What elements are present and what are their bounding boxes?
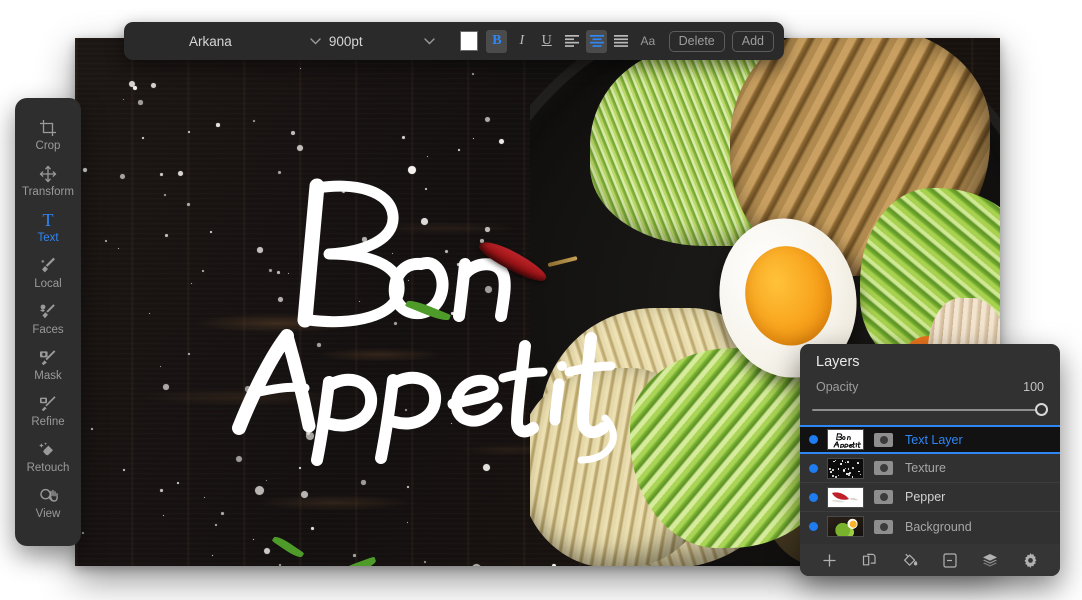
fill-bucket-icon[interactable] [902, 552, 918, 568]
add-layer-icon[interactable] [822, 553, 837, 568]
sidebar-item-label: Refine [31, 416, 65, 428]
duplicate-layer-icon[interactable] [862, 553, 877, 568]
list-item: Text Layer [905, 432, 963, 447]
opacity-value: 100 [1023, 380, 1044, 394]
layer-mask-icon[interactable] [943, 552, 957, 568]
faces-icon [39, 302, 57, 321]
sidebar-item-transform[interactable]: Transform [15, 158, 81, 204]
table-row[interactable]: Text Layer [800, 425, 1060, 454]
font-family-value: Arkana [189, 33, 232, 49]
sidebar-item-text[interactable]: T Text [15, 204, 81, 250]
sidebar-item-label: Transform [22, 186, 74, 198]
opacity-label: Opacity [816, 380, 859, 394]
text-icon: T [39, 210, 57, 229]
layer-mask-icon[interactable] [874, 519, 893, 534]
sidebar-item-label: Local [34, 278, 62, 290]
transform-icon [39, 164, 57, 183]
table-row[interactable]: Pepper [800, 483, 1060, 512]
sidebar-item-label: Retouch [26, 462, 70, 474]
tools-sidebar: Crop Transform T Text Local Faces Mask R… [15, 98, 81, 546]
sidebar-item-label: Faces [32, 324, 64, 336]
slider-track [812, 409, 1048, 411]
layers-toolbar [800, 544, 1060, 576]
sidebar-item-crop[interactable]: Crop [15, 112, 81, 158]
sidebar-item-mask[interactable]: Mask [15, 342, 81, 388]
crop-icon [39, 118, 57, 137]
list-item: Background [905, 519, 972, 534]
settings-gear-icon[interactable] [1023, 552, 1038, 568]
text-toolbar: Arkana 900pt B I U Aa Delete Add [124, 22, 784, 60]
bold-button[interactable]: B [486, 29, 508, 53]
view-icon [39, 486, 58, 505]
font-size-value: 900pt [328, 33, 363, 49]
sidebar-item-view[interactable]: View [15, 480, 81, 526]
layer-visibility-icon[interactable] [809, 492, 818, 502]
sidebar-item-label: View [35, 508, 61, 520]
align-left-icon[interactable] [561, 30, 582, 53]
opacity-row: Opacity 100 [800, 377, 1060, 394]
retouch-icon [39, 440, 57, 459]
sidebar-item-refine[interactable]: Refine [15, 388, 81, 434]
local-icon [39, 256, 57, 275]
layer-visibility-icon[interactable] [809, 463, 818, 473]
refine-icon [39, 394, 57, 413]
add-button[interactable]: Add [731, 30, 774, 52]
opacity-slider[interactable] [812, 403, 1048, 417]
sidebar-item-retouch[interactable]: Retouch [15, 434, 81, 480]
sidebar-item-label: Crop [35, 140, 61, 152]
letter-case-icon[interactable]: Aa [636, 30, 660, 53]
layer-visibility-icon[interactable] [809, 435, 818, 444]
layer-thumbnail [827, 429, 864, 450]
sidebar-item-local[interactable]: Local [15, 250, 81, 296]
layer-list: Text Layer Texture Pepper Background [800, 425, 1060, 541]
underline-button[interactable]: U [536, 30, 557, 53]
align-center-icon[interactable] [586, 29, 608, 53]
svg-text:T: T [43, 211, 54, 229]
font-family-select[interactable]: Arkana [134, 28, 321, 54]
merge-layers-icon[interactable] [982, 553, 998, 568]
delete-button[interactable]: Delete [668, 30, 725, 52]
layers-panel: Layers Opacity 100 Text Layer Texture Pe… [800, 344, 1060, 576]
photo-editor-window: Arkana 900pt B I U Aa Delete Add Crop Tr… [0, 0, 1082, 600]
layer-mask-icon[interactable] [874, 490, 893, 504]
layers-panel-title: Layers [816, 354, 860, 370]
layer-mask-icon[interactable] [874, 432, 893, 447]
font-size-select[interactable]: 900pt [321, 28, 436, 54]
sidebar-item-faces[interactable]: Faces [15, 296, 81, 342]
list-item: Texture [905, 461, 946, 475]
egg-yolk [736, 237, 842, 354]
layer-thumbnail [827, 486, 864, 508]
italic-button[interactable]: I [511, 30, 532, 53]
list-item: Pepper [905, 490, 946, 504]
slider-knob[interactable] [1035, 403, 1048, 416]
layer-mask-icon[interactable] [874, 461, 893, 475]
text-color-swatch[interactable] [460, 31, 479, 51]
sidebar-item-label: Text [37, 232, 59, 244]
table-row[interactable]: Background [800, 512, 1060, 541]
align-justify-icon[interactable] [611, 30, 632, 53]
sidebar-item-label: Mask [34, 370, 62, 382]
mask-icon [39, 348, 57, 367]
layer-thumbnail [827, 457, 864, 479]
layer-thumbnail [827, 516, 864, 537]
chevron-down-icon [424, 37, 436, 45]
chevron-down-icon [310, 37, 321, 45]
table-row[interactable]: Texture [800, 454, 1060, 483]
layer-visibility-icon[interactable] [809, 522, 818, 531]
